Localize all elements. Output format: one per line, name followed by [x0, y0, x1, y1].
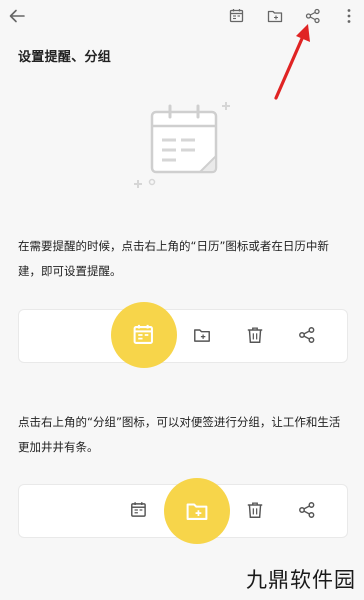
- section-title: 设置提醒、分组: [18, 50, 112, 65]
- calendar-instruction-text: 在需要提醒的时候，点击右上角的“日历”图标或者在日历中新建，即可设置提醒。: [18, 239, 329, 278]
- calendar-illustration: [134, 102, 230, 188]
- annotation-arrow: [274, 24, 310, 100]
- calendar-icon: [133, 324, 153, 344]
- calendar-icon: [126, 497, 152, 523]
- trash-icon: [242, 322, 268, 348]
- calendar-icon[interactable]: [224, 3, 250, 29]
- folder-icon: [189, 322, 215, 348]
- highlight-circle: [164, 478, 230, 544]
- share-icon: [294, 322, 320, 348]
- share-icon: [294, 497, 320, 523]
- highlight-circle: [111, 302, 177, 368]
- watermark: 九鼎软件园: [246, 568, 356, 592]
- more-vertical-icon[interactable]: [336, 3, 362, 29]
- group-instruction-text: 点击右上角的“分组”图标，可以对便签进行分组，让工作和生活更加井井有条。: [18, 415, 341, 454]
- back-arrow-icon[interactable]: [4, 3, 30, 29]
- folder-icon: [186, 503, 208, 520]
- trash-icon: [242, 497, 268, 523]
